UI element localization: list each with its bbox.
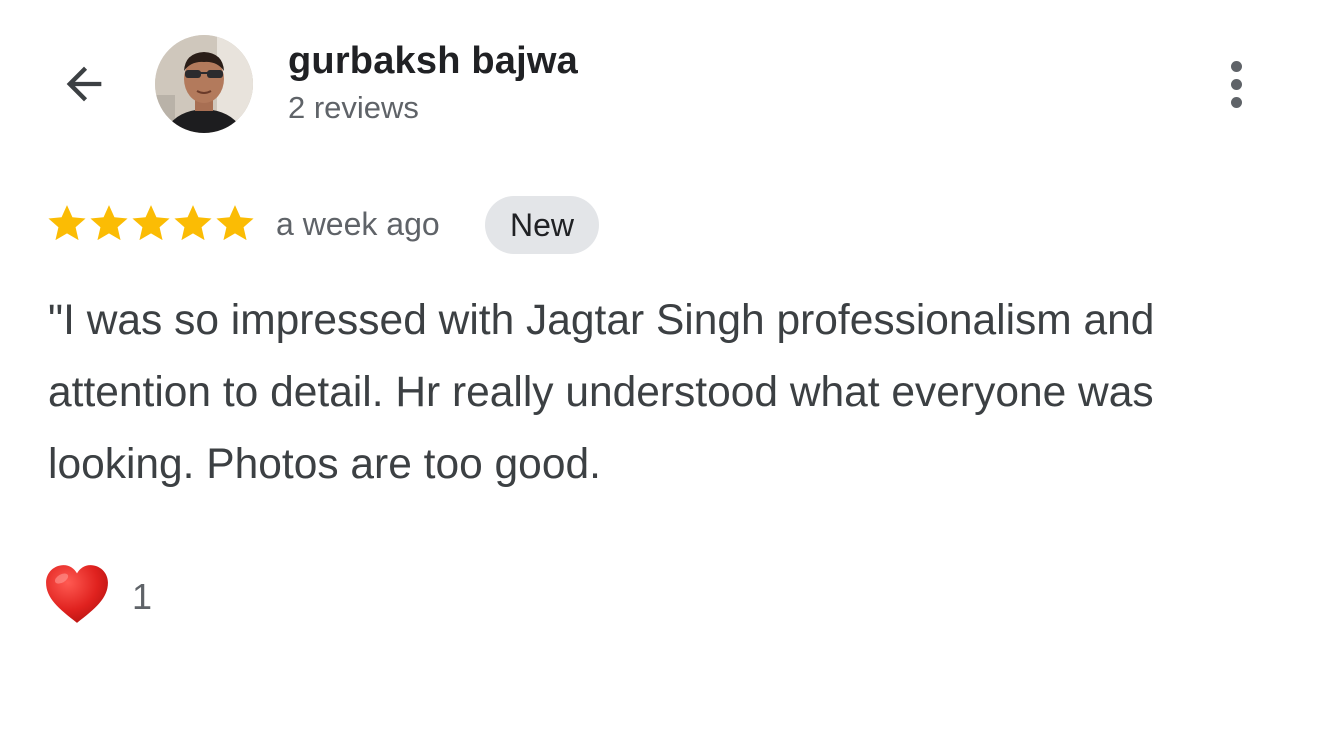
more-vert-icon xyxy=(1230,60,1242,72)
avatar-image xyxy=(155,35,253,133)
more-options-button[interactable] xyxy=(1206,54,1266,114)
star-icon xyxy=(174,205,212,241)
reviewer-review-count[interactable]: 2 reviews xyxy=(288,90,419,126)
review-text: "I was so impressed with Jagtar Singh pr… xyxy=(48,297,1155,488)
back-button[interactable] xyxy=(52,52,116,116)
more-vert-icon-dot xyxy=(1230,78,1242,90)
review-time: a week ago xyxy=(276,206,440,242)
star-icon xyxy=(48,205,86,241)
review-header: gurbaksh bajwa 2 reviews xyxy=(0,0,1320,160)
star-icon xyxy=(132,205,170,241)
star-icon xyxy=(216,205,254,241)
review-meta: a week ago New xyxy=(46,196,746,256)
more-vert-icon-dot xyxy=(1230,96,1242,108)
arrow-left-icon xyxy=(66,66,102,102)
new-badge: New xyxy=(485,196,600,254)
reaction-count: 1 xyxy=(132,576,153,617)
reviewer-name[interactable]: gurbaksh bajwa xyxy=(288,40,578,83)
star-rating xyxy=(46,202,256,244)
heart-icon xyxy=(46,565,108,623)
reaction-button[interactable]: 1 xyxy=(44,562,244,628)
star-icon xyxy=(90,205,128,241)
avatar[interactable] xyxy=(155,35,253,133)
